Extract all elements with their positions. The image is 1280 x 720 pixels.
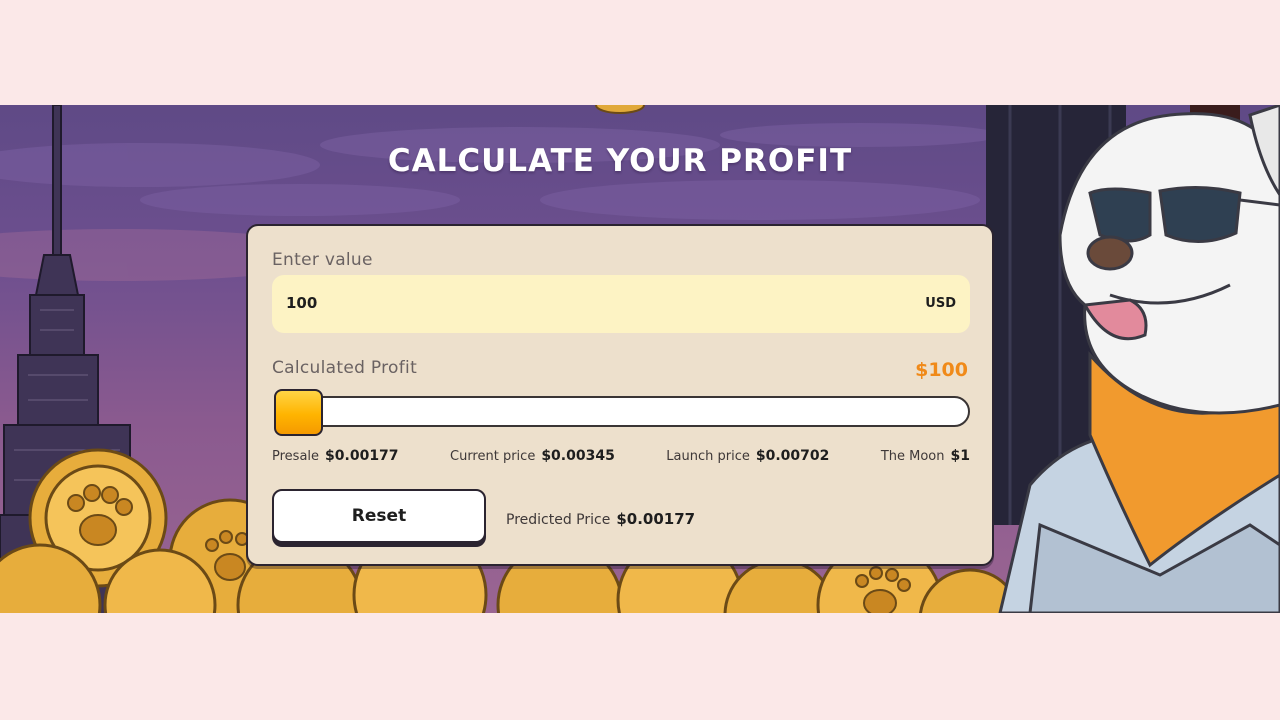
currency-unit: USD [925,296,956,311]
reset-button[interactable]: Reset [272,489,486,543]
stage-moon: The Moon $1 [881,445,970,464]
price-stages: Presale $0.00177 Current price $0.00345 La… [272,445,970,465]
predicted-price-value: $0.00177 [616,510,696,528]
stage-name: Launch price [666,449,750,464]
stage-price: $1 [950,448,970,464]
stage-launch: Launch price $0.00702 [666,445,829,464]
calculator-card: Enter value 100 USD Calculated Profit $1… [246,224,994,566]
price-slider-track[interactable] [274,396,970,427]
predicted-price: Predicted Price $0.00177 [506,509,695,528]
price-slider-thumb[interactable] [274,389,323,436]
page-title: CALCULATE YOUR PROFIT [387,143,853,179]
predicted-price-label: Predicted Price [506,512,611,528]
stage-price: $0.00177 [325,448,399,464]
stage-name: Current price [450,449,536,464]
input-label: Enter value [272,250,373,270]
stage-name: The Moon [880,449,945,464]
stage-name: Presale [272,449,320,464]
profit-calculator-banner: CALCULATE YOUR PROFIT Enter value 100 US… [0,105,1280,613]
stage-price: $0.00702 [755,448,830,464]
stage-presale: Presale $0.00177 [272,445,399,464]
amount-input[interactable]: 100 USD [272,275,970,333]
amount-value[interactable]: 100 [286,294,317,312]
profit-label: Calculated Profit [272,358,418,378]
profit-value: $100 [915,359,968,381]
stage-price: $0.00345 [541,448,615,464]
stage-current: Current price $0.00345 [450,445,615,464]
